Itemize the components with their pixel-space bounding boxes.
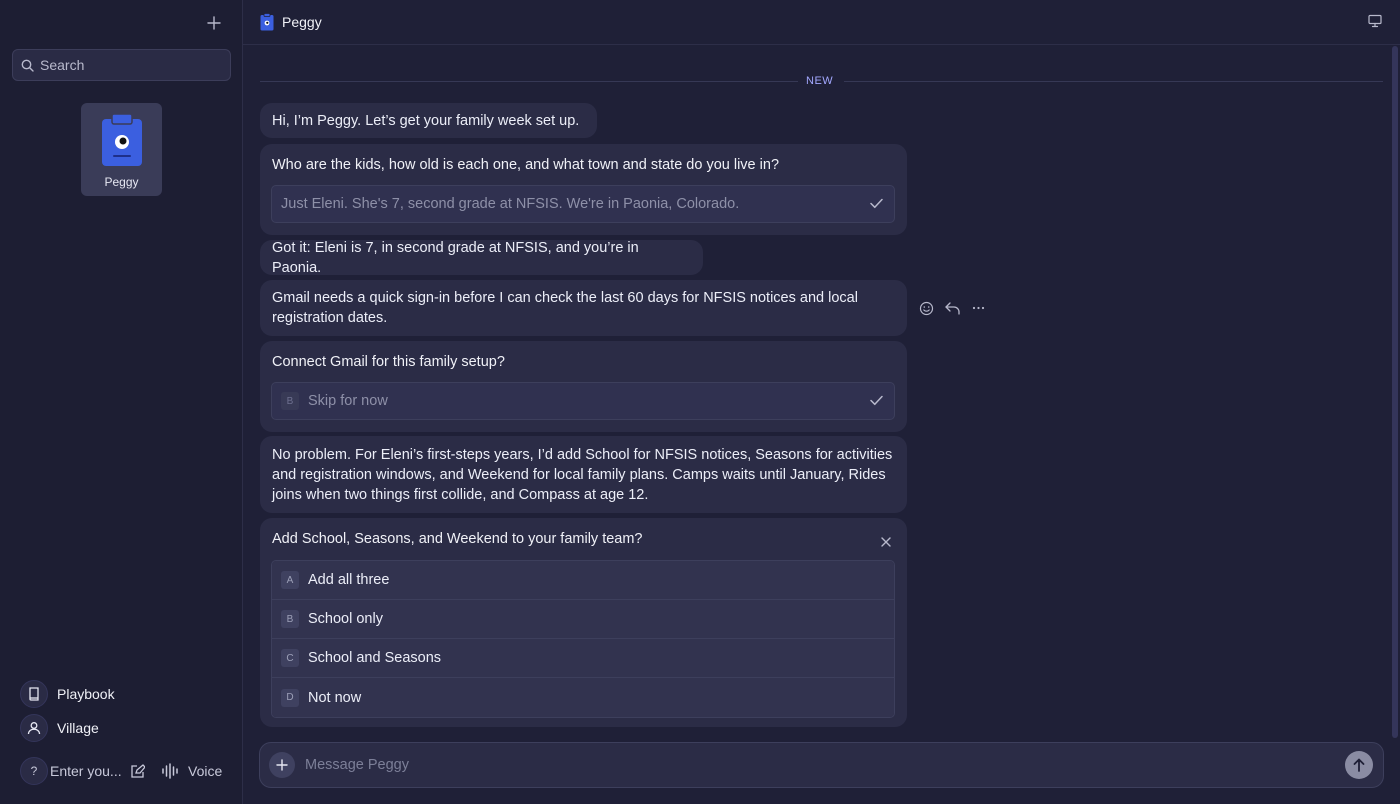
message-text: Got it: Eleni is 7, in second grade at N… (272, 239, 639, 276)
option-key-badge: C (281, 649, 299, 667)
option-label: Add all three (308, 572, 390, 588)
option-label: School and Seasons (308, 650, 442, 666)
compose-button[interactable] (128, 762, 146, 780)
sidebar-item-label: Village (57, 720, 99, 736)
waveform-icon (162, 763, 178, 779)
search-input[interactable] (40, 57, 210, 73)
reply-icon (944, 301, 960, 315)
check-icon (870, 395, 883, 406)
smiley-icon (919, 301, 933, 315)
book-icon (29, 687, 39, 701)
option-label: School only (308, 611, 383, 627)
sidebar-item-label: Playbook (57, 686, 115, 702)
more-button[interactable] (969, 299, 987, 317)
option-key-badge: B (281, 610, 299, 628)
voice-label: Voice (188, 763, 223, 779)
question-card-team: Add School, Seasons, and Weekend to your… (260, 518, 907, 727)
display-mode-button[interactable] (1368, 14, 1382, 33)
new-chat-button[interactable] (203, 12, 225, 34)
dismiss-button[interactable] (881, 534, 891, 552)
question-text: Add School, Seasons, and Weekend to your… (272, 531, 643, 547)
check-icon (870, 198, 883, 209)
clipboard-eye-icon (260, 13, 274, 31)
playbook-icon-wrap (20, 680, 48, 708)
answer-box[interactable]: Just Eleni. She's 7, second grade at NFS… (271, 185, 895, 223)
search-box[interactable] (12, 49, 231, 81)
option-not-now[interactable]: D Not now (272, 678, 894, 717)
option-key-badge: B (281, 392, 299, 410)
option-key-badge: A (281, 571, 299, 589)
question-text: Connect Gmail for this family setup? (272, 354, 505, 370)
page-title: Peggy (282, 14, 322, 30)
option-list: A Add all three B School only C School a… (271, 560, 895, 718)
assistant-message-greeting: Hi, I’m Peggy. Let’s get your family wee… (260, 103, 597, 138)
voice-button[interactable]: Voice (162, 763, 222, 779)
sidebar-item-playbook[interactable]: Playbook (20, 680, 115, 708)
close-icon (881, 537, 891, 547)
message-composer (259, 742, 1384, 788)
quick-entry-input[interactable] (50, 763, 124, 779)
arrow-up-icon (1353, 758, 1365, 772)
reply-button[interactable] (943, 299, 961, 317)
answer-text: Just Eleni. She's 7, second grade at NFS… (281, 196, 740, 212)
message-text: Hi, I’m Peggy. Let’s get your family wee… (272, 112, 580, 129)
new-label: NEW (806, 75, 834, 87)
agent-name: Peggy (104, 175, 139, 189)
option-label: Not now (308, 689, 362, 706)
sidebar-item-village[interactable]: Village (20, 714, 99, 742)
agent-card-peggy[interactable]: Peggy (81, 103, 162, 196)
plus-icon (207, 16, 221, 30)
assistant-message-confirm: Got it: Eleni is 7, in second grade at N… (260, 239, 703, 276)
question-card-kids: Who are the kids, how old is each one, a… (260, 144, 907, 235)
chat-scrollbar[interactable] (1392, 46, 1398, 738)
new-messages-divider: NEW (260, 72, 1383, 92)
option-school-and-seasons[interactable]: C School and Seasons (272, 639, 894, 678)
help-button[interactable]: ? (20, 757, 48, 785)
person-icon (27, 722, 41, 735)
plus-icon (276, 759, 288, 771)
chat-header: Peggy (243, 0, 1400, 45)
sidebar-bottom-bar: ? Voice (20, 757, 222, 785)
ellipsis-icon (972, 306, 984, 310)
question-text: Who are the kids, how old is each one, a… (272, 157, 780, 173)
village-icon-wrap (20, 714, 48, 742)
divider-line-right (844, 81, 1383, 82)
attach-button[interactable] (269, 752, 295, 778)
question-card-gmail: Connect Gmail for this family setup? B S… (260, 341, 907, 432)
message-text: Gmail needs a quick sign-in before I can… (272, 290, 858, 326)
send-button[interactable] (1345, 751, 1373, 779)
message-input[interactable] (305, 757, 1305, 773)
message-actions (917, 299, 995, 317)
sidebar: Peggy Playbook Village ? (0, 0, 243, 804)
assistant-message-gmail: Gmail needs a quick sign-in before I can… (260, 280, 907, 336)
assistant-message-plan: No problem. For Eleni’s first-steps year… (260, 436, 907, 513)
answer-text: Skip for now (308, 393, 388, 409)
option-add-all-three[interactable]: A Add all three (272, 561, 894, 600)
answer-box[interactable]: B Skip for now (271, 382, 895, 420)
clipboard-eye-icon (101, 113, 142, 166)
message-text: No problem. For Eleni’s first-steps year… (272, 447, 893, 503)
monitor-icon (1368, 14, 1382, 28)
divider-line-left (260, 81, 798, 82)
react-button[interactable] (917, 299, 935, 317)
search-icon (21, 59, 34, 72)
option-key-badge: D (281, 688, 299, 707)
option-school-only[interactable]: B School only (272, 600, 894, 639)
edit-icon (130, 763, 145, 778)
